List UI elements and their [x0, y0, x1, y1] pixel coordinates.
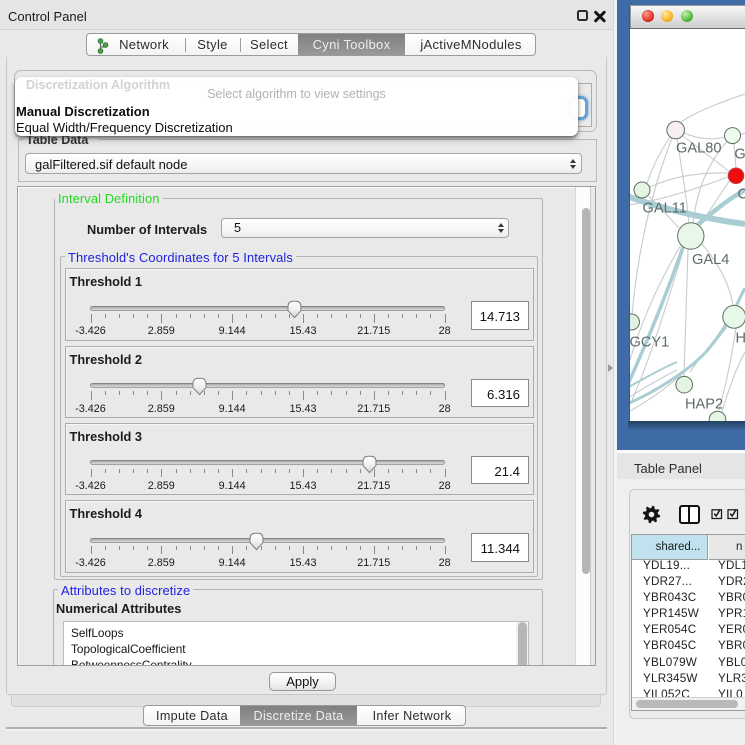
- svg-text:HAP2: HAP2: [685, 397, 723, 413]
- svg-text:GAL4: GAL4: [692, 252, 729, 268]
- svg-text:GCY1: GCY1: [630, 335, 669, 351]
- svg-text:H: H: [736, 331, 745, 347]
- svg-text:GA: GA: [734, 147, 745, 163]
- svg-text:CR: CR: [738, 187, 745, 203]
- svg-text:GAL11: GAL11: [643, 201, 687, 217]
- svg-text:GAL80: GAL80: [676, 141, 721, 157]
